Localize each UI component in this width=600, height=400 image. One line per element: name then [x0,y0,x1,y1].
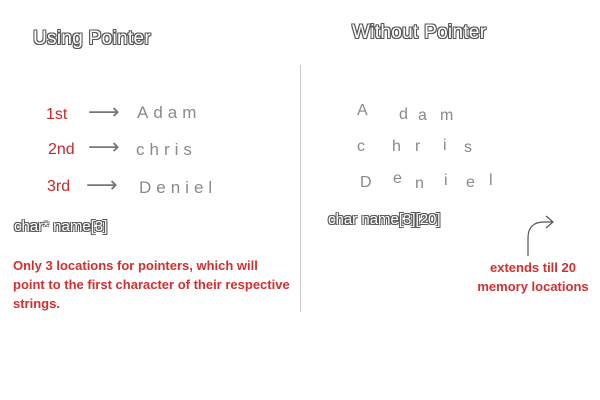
grid-letter: e [466,174,475,191]
arrow-icon: ⟶ [88,99,120,124]
array-note: extends till 20 memory locations [477,260,589,294]
arrow-icon: ⟶ [86,172,118,197]
ordinal-label: 3rd [47,178,71,195]
grid-letter: c [357,138,365,155]
grid-letter: D [360,174,372,191]
name-word: chris [136,140,197,159]
grid-letter: e [393,170,402,187]
pointer-declaration: char* name[3] [14,218,108,235]
grid-letter: d [399,106,408,123]
name-word: Deniel [139,178,218,197]
ordinal-label: 1st [46,106,68,123]
right-title: Without Pointer [352,22,487,43]
array-declaration: char name[3][20] [328,211,441,228]
divider-line [300,65,301,312]
grid-letter: i [443,137,447,154]
grid-letter: h [392,138,401,155]
grid-letter: n [415,175,424,192]
curved-arrow-icon [527,215,554,256]
grid-letter: r [415,138,421,155]
ordinal-label: 2nd [48,141,75,158]
grid-letter: l [489,172,493,189]
pointer-note: Only 3 locations for pointers, which wil… [13,258,290,311]
grid-letter: m [440,107,454,124]
grid-letter: s [464,139,472,156]
grid-letter: i [444,172,448,189]
grid-letter: A [357,102,368,119]
arrow-icon: ⟶ [88,134,120,159]
name-word: Adam [137,103,202,122]
grid-letter: a [418,107,427,124]
left-title: Using Pointer [33,28,151,49]
